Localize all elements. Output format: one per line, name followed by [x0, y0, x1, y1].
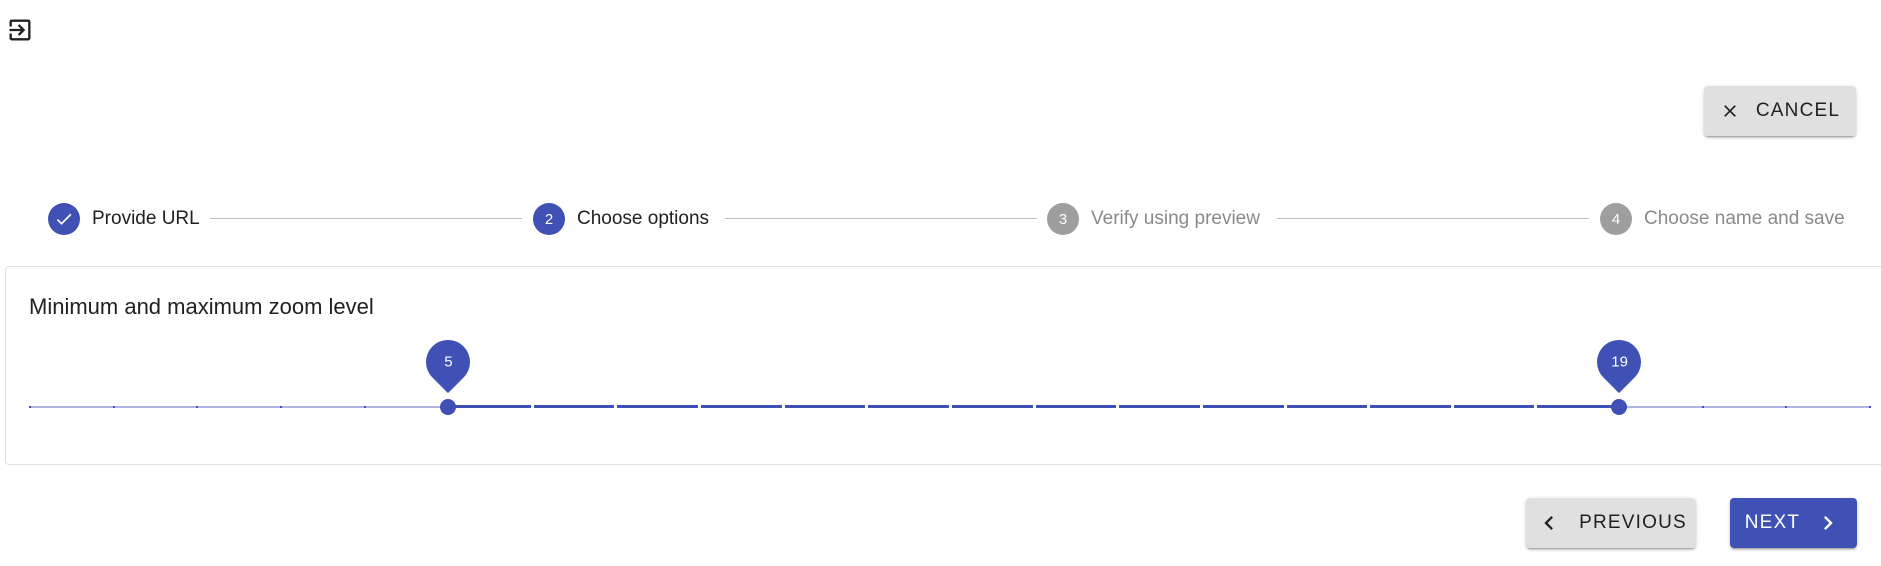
slider-thumb-min[interactable] [440, 399, 457, 415]
close-icon [1724, 105, 1736, 117]
slider-tick [1869, 406, 1871, 408]
step-connector [1277, 218, 1589, 219]
slider-tick [530, 405, 534, 408]
zoom-range-slider[interactable]: 5 19 [6, 267, 1881, 466]
stepper: Provide URL 2 Choose options 3 Verify us… [0, 197, 1881, 241]
chevron-left-icon [1544, 516, 1554, 530]
slider-tick [279, 406, 282, 408]
next-button-label: NEXT [1744, 512, 1801, 533]
slider-tick [1283, 405, 1287, 408]
step-number-badge: 3 [1047, 203, 1079, 235]
exit-to-app-icon[interactable] [6, 16, 34, 44]
chevron-right-icon [1824, 516, 1833, 530]
zoom-options-card: Minimum and maximum zoom level 5 19 [5, 266, 1881, 465]
slider-thumb-max[interactable] [1611, 399, 1628, 415]
slider-value-label-max: 19 [1587, 330, 1651, 394]
slider-tick [112, 406, 115, 408]
step-choose-name-save[interactable]: 4 Choose name and save [1600, 202, 1845, 236]
step-label: Verify using preview [1091, 208, 1260, 229]
slider-tick [363, 406, 366, 408]
step-number-badge: 2 [533, 203, 565, 235]
step-label: Choose name and save [1644, 208, 1845, 229]
step-connector [210, 218, 522, 219]
slider-tick [781, 405, 785, 408]
slider-tick [1701, 406, 1704, 408]
slider-tick [1785, 406, 1788, 408]
step-check-circle [48, 203, 80, 235]
step-label: Choose options [577, 208, 710, 229]
slider-tick [614, 405, 618, 408]
slider-tick [1032, 405, 1036, 408]
cancel-button[interactable]: CANCEL [1704, 86, 1856, 136]
step-choose-options[interactable]: 2 Choose options [533, 202, 709, 236]
slider-tick [1450, 405, 1454, 408]
step-provide-url[interactable]: Provide URL [48, 202, 200, 236]
slider-tick [196, 406, 199, 408]
slider-tick [1116, 405, 1120, 408]
slider-tick [949, 405, 952, 408]
slider-value-label-min: 5 [417, 330, 480, 394]
slider-tick [1367, 405, 1371, 408]
slider-tick [1199, 405, 1203, 408]
next-button[interactable]: NEXT [1730, 498, 1857, 548]
previous-button-label: PREVIOUS [1579, 512, 1687, 533]
cancel-button-label: CANCEL [1755, 100, 1841, 121]
previous-button[interactable]: PREVIOUS [1526, 498, 1696, 548]
step-connector [725, 218, 1037, 219]
step-label: Provide URL [92, 208, 200, 229]
step-number-badge: 4 [1600, 203, 1632, 235]
step-verify-preview[interactable]: 3 Verify using preview [1047, 202, 1260, 236]
slider-tick [698, 405, 702, 408]
slider-tick [29, 406, 31, 408]
slider-tick [1534, 405, 1538, 408]
slider-tick [865, 405, 869, 408]
check-icon [56, 213, 72, 225]
